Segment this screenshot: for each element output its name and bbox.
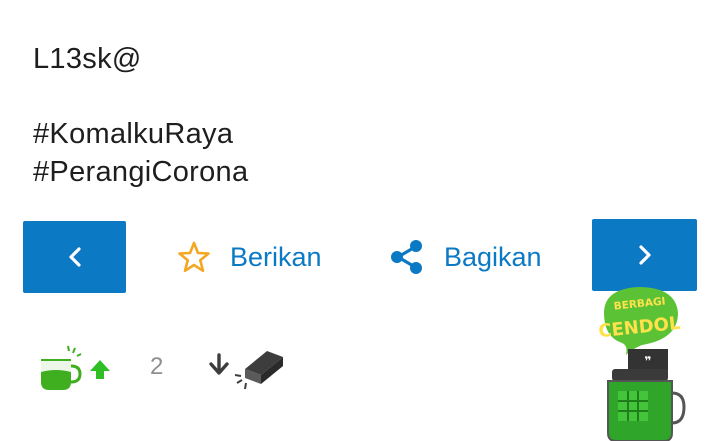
cendol-glass-up-icon [41, 345, 82, 390]
next-post-button[interactable] [592, 219, 697, 291]
cendol-jar-mascot: ❞ [607, 349, 686, 441]
chevron-right-icon [638, 245, 651, 265]
previous-post-button[interactable] [23, 221, 126, 293]
share-button[interactable]: Bagikan [388, 236, 542, 278]
upvote-cendol-button[interactable] [38, 344, 118, 394]
hashtag[interactable]: #PerangiCorona [33, 153, 248, 191]
star-outline-icon [178, 241, 210, 273]
hashtag[interactable]: #KomalkuRaya [33, 115, 248, 153]
chevron-left-icon [68, 247, 81, 267]
up-arrow-icon [90, 360, 110, 379]
share-label: Bagikan [444, 241, 542, 272]
share-icon [391, 240, 422, 274]
give-cendol-button[interactable]: Berikan [176, 236, 322, 278]
post-line-break [33, 78, 248, 115]
post-line: L13sk@ [33, 43, 142, 75]
give-label: Berikan [230, 241, 322, 272]
svg-text:❞: ❞ [644, 354, 651, 368]
downvote-bata-button[interactable] [205, 347, 287, 393]
berbagi-cendol-badge: BERBAGI CENDOL ❞ [597, 287, 686, 441]
berbagi-cendol-logo: BERBAGI CENDOL [597, 287, 681, 355]
vote-count: 2 [150, 353, 164, 380]
bata-down-icon [209, 351, 283, 390]
post-content: L13sk@ #KomalkuRaya #PerangiCorona [33, 40, 248, 191]
